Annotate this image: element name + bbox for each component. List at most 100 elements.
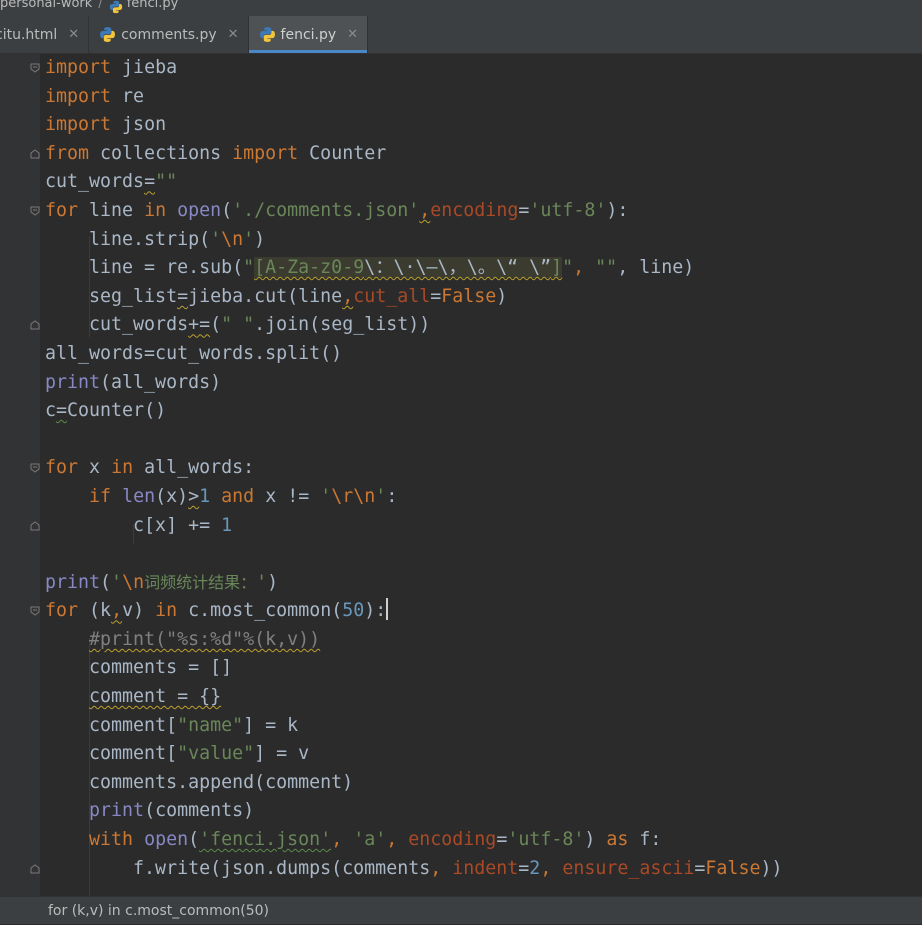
code-line[interactable]: from collections import Counter <box>30 140 922 169</box>
code-line[interactable] <box>45 426 922 455</box>
string-literal: 'utf-8' <box>507 829 585 851</box>
code-line[interactable]: import re <box>45 83 922 112</box>
string-literal: 'fenci.json' <box>199 829 332 851</box>
code-text: ) <box>254 228 266 250</box>
code-line[interactable]: print(all_words) <box>45 369 922 398</box>
code-line[interactable]: comment["value"] = v <box>45 740 922 769</box>
code-line[interactable]: seg_list=jieba.cut(line,cut_all=False) <box>45 283 922 312</box>
string-literal: ' <box>210 228 222 250</box>
code-text: , <box>573 257 596 279</box>
code-text: Counter() <box>67 400 167 422</box>
code-text: = <box>496 829 508 851</box>
code-text: jieba <box>111 57 178 78</box>
code-text: = <box>144 171 156 193</box>
breadcrumb-project[interactable]: personal-work <box>0 0 92 10</box>
code-text: ) <box>267 571 279 593</box>
breadcrumb-file[interactable]: fenci.py <box>127 0 179 10</box>
breadcrumb-separator: / <box>98 0 103 11</box>
code-text: ( <box>100 571 112 593</box>
code-text: c <box>45 400 57 422</box>
fold-marker-icon[interactable] <box>30 606 40 616</box>
fold-marker-icon[interactable] <box>30 149 40 159</box>
code-line[interactable]: cut_words+=(" ".join(seg_list)) <box>30 311 922 340</box>
fold-marker-icon[interactable] <box>30 463 40 473</box>
code-line[interactable]: comments = [] <box>45 654 922 683</box>
close-icon[interactable]: ✕ <box>68 27 79 42</box>
breadcrumb: personal-work / fenci.py <box>0 0 922 16</box>
code-line[interactable]: for line in open('./comments.json',encod… <box>30 197 922 226</box>
code-text: comment[ <box>45 743 178 765</box>
code-line[interactable]: c[x] += 1 <box>30 512 922 541</box>
fold-marker-icon[interactable] <box>30 520 40 531</box>
code-text: comment[ <box>45 714 178 736</box>
code-line[interactable]: for x in all_words: <box>30 454 922 483</box>
code-line[interactable]: for (k,v) in c.most_common(50): <box>30 597 922 626</box>
tab-fenci-py[interactable]: fenci.py ✕ <box>248 16 369 53</box>
code-line[interactable]: line = re.sub("[A-Za-z0-9\：\·\—\，\。\“ \”… <box>45 254 922 283</box>
builtin: print <box>45 571 101 593</box>
fold-marker-icon[interactable] <box>30 864 40 874</box>
string-literal: " <box>562 257 574 279</box>
string-literal: ' <box>256 571 268 593</box>
code-text: json <box>111 114 167 136</box>
code-line[interactable]: all_words=cut_words.split() <box>45 340 922 369</box>
code-line[interactable]: import json <box>45 111 922 140</box>
regex-class: ] <box>551 257 563 279</box>
fold-marker-icon[interactable] <box>30 320 40 330</box>
parameter: cut_all <box>353 285 431 307</box>
python-file-icon <box>259 27 275 42</box>
code-line[interactable]: print('\n词频统计结果：') <box>45 569 922 598</box>
code-line[interactable]: #print("%s:%d"%(k,v)) <box>45 626 922 655</box>
code-text: line = re.sub( <box>45 257 244 279</box>
code-text: : <box>386 485 398 507</box>
code-text: comments = [] <box>45 657 233 679</box>
code-text: all_words: <box>133 457 255 479</box>
keyword: in <box>111 457 134 479</box>
code-line[interactable]: comments.append(comment) <box>45 769 922 798</box>
code-text: += <box>188 314 211 336</box>
tab-label: fenci.py <box>280 26 337 43</box>
string-literal: " " <box>221 314 255 336</box>
keyword: import <box>45 85 112 107</box>
code-line[interactable]: c=Counter() <box>45 397 922 426</box>
fold-marker-icon[interactable] <box>30 63 40 73</box>
tab-label: comments.py <box>121 26 217 43</box>
code-line[interactable]: cut_words="" <box>45 168 922 197</box>
tab-citu-html[interactable]: citu.html ✕ <box>0 16 90 53</box>
editor-gutter[interactable] <box>0 54 40 896</box>
tab-comments-py[interactable]: comments.py ✕ <box>89 16 249 53</box>
code-line[interactable]: f.write(json.dumps(comments, indent=2, e… <box>30 855 922 884</box>
code-text: )) <box>760 857 783 879</box>
code-line[interactable]: comment = {} <box>45 683 922 712</box>
code-text: Counter <box>298 142 387 164</box>
code-line[interactable]: import jieba <box>30 54 922 83</box>
close-icon[interactable]: ✕ <box>228 27 239 42</box>
escape-sequence: \n <box>221 228 244 250</box>
code-line[interactable]: line.strip('\n') <box>45 226 922 255</box>
string-literal: "value" <box>177 743 255 765</box>
code-line[interactable]: with open('fenci.json', 'a', encoding='u… <box>45 826 922 855</box>
parameter: encoding <box>430 199 519 221</box>
code-line[interactable] <box>45 540 922 569</box>
code-lines[interactable]: import jieba import re import json from … <box>30 54 922 884</box>
code-text: re <box>111 85 145 107</box>
close-icon[interactable]: ✕ <box>347 27 358 42</box>
builtin: len <box>122 485 156 507</box>
parameter: indent <box>452 857 519 879</box>
code-line[interactable]: comment["name"] = k <box>45 712 922 741</box>
code-editor[interactable]: import jieba import re import json from … <box>0 54 922 896</box>
number-literal: 1 <box>199 485 211 507</box>
code-line[interactable]: if len(x)>1 and x != '\r\n': <box>45 483 922 512</box>
code-text: (all_words) <box>100 371 222 393</box>
fold-marker-icon[interactable] <box>30 206 40 216</box>
code-text: (k <box>78 600 112 622</box>
builtin: print <box>89 800 145 822</box>
structure-breadcrumb-item[interactable]: for (k,v) in c.most_common(50) <box>48 903 269 919</box>
string-literal: "" <box>595 257 618 279</box>
code-line[interactable]: print(comments) <box>45 797 922 826</box>
keyword: False <box>705 857 761 879</box>
code-text: = <box>430 285 442 307</box>
